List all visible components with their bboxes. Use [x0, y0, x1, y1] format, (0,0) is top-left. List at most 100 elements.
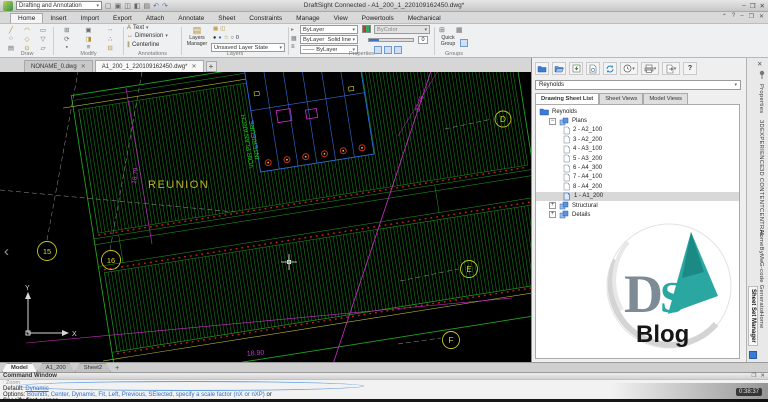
tab-drawing-sheet-list[interactable]: Drawing Sheet List: [535, 93, 599, 104]
tree-item[interactable]: 3 - A2_200: [536, 135, 739, 144]
copy-tool-icon[interactable]: ▣: [80, 26, 98, 34]
tab-sheet[interactable]: Sheet: [211, 14, 242, 23]
rich-line-icon[interactable]: [362, 25, 371, 33]
triangle-tool-icon[interactable]: ▽: [37, 35, 49, 43]
side-tab-homebyme[interactable]: HomeByMe: [758, 230, 764, 263]
drawing-canvas[interactable]: VOIR PLAN ARCH INTERIEURE REUNION 18.90 …: [0, 72, 531, 362]
tab-model-views[interactable]: Model Views: [643, 93, 688, 104]
tab-powertools[interactable]: Powertools: [355, 14, 401, 23]
expand-icon[interactable]: +: [549, 202, 556, 209]
linestyle-icon[interactable]: ▦: [291, 35, 297, 42]
side-tab-home[interactable]: Home: [758, 312, 764, 329]
tab-attach[interactable]: Attach: [139, 14, 171, 23]
quick-group-button[interactable]: Quick Group: [437, 36, 459, 47]
layer-on-icon[interactable]: ●: [213, 35, 216, 41]
save-all-icon[interactable]: ◧: [134, 2, 141, 10]
side-tab-sheet-set-manager[interactable]: Sheet Set Manager: [748, 286, 758, 346]
new-sheet-button[interactable]: +: [111, 365, 123, 372]
close-panel-icon[interactable]: ✕: [760, 373, 765, 379]
collapse-ribbon-icon[interactable]: ⌃: [722, 13, 727, 20]
tab-manage[interactable]: Manage: [289, 14, 327, 23]
tab-insert[interactable]: Insert: [43, 14, 73, 23]
close-button[interactable]: ✕: [760, 2, 765, 10]
doc-minimize-icon[interactable]: –: [740, 13, 743, 20]
tab-constraints[interactable]: Constraints: [242, 14, 289, 23]
chevron-left-icon[interactable]: ‹: [4, 243, 9, 260]
tree-item[interactable]: 2 - A2_100: [536, 126, 739, 135]
pin-icon[interactable]: [758, 70, 766, 79]
float-panel-icon[interactable]: ❐: [751, 373, 756, 379]
open-file-icon[interactable]: ▣: [115, 2, 122, 10]
stretch-tool-icon[interactable]: ↔: [101, 26, 119, 34]
layers-manager-button[interactable]: ▤ Layers Manager: [185, 25, 209, 47]
collapse-icon[interactable]: −: [549, 118, 556, 125]
tab-import[interactable]: Import: [74, 14, 106, 23]
bycolor-combo[interactable]: ByColor ▾: [374, 25, 430, 34]
dimension-button[interactable]: ↔ Dimension ▾: [125, 32, 180, 40]
tree-item[interactable]: 8 - A4_200: [536, 182, 739, 191]
tree-group-structural[interactable]: + Structural: [536, 201, 739, 210]
redo-icon[interactable]: ↷: [162, 2, 168, 10]
arc-tool-icon[interactable]: ◠: [21, 26, 33, 34]
tree-item[interactable]: 4 - A3_100: [536, 145, 739, 154]
rectangle-tool-icon[interactable]: ▭: [37, 26, 49, 34]
panel-help-button[interactable]: ?: [683, 62, 697, 75]
centerline-button[interactable]: ∥ Centerline: [125, 40, 180, 49]
side-tab-3dexperience[interactable]: 3DEXPERIENCE: [758, 120, 764, 168]
tree-item-selected[interactable]: 1 - A1_200: [536, 192, 739, 201]
tab-sheet2[interactable]: Sheet2: [75, 363, 111, 372]
flashlight-icon[interactable]: ▸: [291, 26, 294, 33]
tab-mechanical[interactable]: Mechanical: [401, 14, 448, 23]
tree-item[interactable]: 6 - A4_300: [536, 163, 739, 172]
mirror-tool-icon[interactable]: ◨: [80, 35, 98, 43]
print-sheet-button[interactable]: ▾: [641, 62, 659, 75]
layer-lock-icon[interactable]: ☆: [224, 35, 229, 41]
tab-annotate[interactable]: Annotate: [171, 14, 211, 23]
pattern-tool-icon[interactable]: ∴: [101, 35, 119, 43]
tree-item[interactable]: 5 - A3_200: [536, 154, 739, 163]
side-tab-properties[interactable]: Properties: [758, 84, 764, 113]
layer-color-icon[interactable]: ○: [231, 35, 234, 41]
undo-icon[interactable]: ↶: [153, 2, 159, 10]
tab-export[interactable]: Export: [106, 14, 139, 23]
side-tab-3dcontentcentral[interactable]: 3D CONTENTCENTRAL: [758, 168, 764, 237]
new-document-tab-button[interactable]: +: [206, 61, 217, 72]
workspace-selector[interactable]: Drafting and Annotation ▾: [16, 1, 102, 10]
sheet-set-combo[interactable]: Reynolds ▾: [535, 80, 741, 90]
recent-button[interactable]: ▾: [620, 62, 638, 75]
import-button[interactable]: [569, 62, 583, 75]
rotate-tool-icon[interactable]: ⟳: [58, 35, 76, 43]
tab-a1-200[interactable]: A1_200: [37, 363, 75, 372]
document-tab-a1200[interactable]: A1_200_1_220109162450.dwg* ✕: [95, 60, 204, 72]
export-button[interactable]: ▾: [662, 62, 680, 75]
layer-icon[interactable]: ▦: [213, 26, 218, 32]
tab-sheet-views[interactable]: Sheet Views: [599, 93, 643, 104]
circle-tool-icon[interactable]: ○: [5, 35, 17, 43]
layer-freeze-icon[interactable]: ◫: [220, 26, 225, 32]
maximize-button[interactable]: ❐: [750, 2, 756, 10]
close-icon[interactable]: ✕: [81, 63, 86, 70]
doc-close-icon[interactable]: ✕: [759, 13, 764, 20]
print-icon[interactable]: ▤: [144, 2, 151, 10]
expand-icon[interactable]: +: [549, 211, 556, 218]
document-tab-noname[interactable]: NONAME_0.dwg ✕: [24, 60, 93, 72]
tree-item[interactable]: 7 - A4_100: [536, 173, 739, 182]
tree-group-plans[interactable]: − Plans: [536, 116, 739, 125]
new-file-icon[interactable]: ▢: [105, 2, 112, 10]
close-icon[interactable]: ✕: [191, 63, 196, 70]
layer-frozen-icon[interactable]: ●: [218, 35, 221, 41]
minimize-button[interactable]: –: [742, 2, 746, 10]
tab-home[interactable]: Home: [10, 13, 43, 23]
tree-root[interactable]: Reynolds: [536, 107, 739, 116]
open-sheet-set-button[interactable]: [552, 62, 566, 75]
save-icon[interactable]: ◫: [124, 2, 131, 10]
doc-restore-icon[interactable]: ❐: [749, 13, 754, 20]
linestyle-combo[interactable]: ByLayer Solid line ▾: [300, 35, 358, 44]
ungroup-icon[interactable]: ▦: [456, 26, 463, 34]
transparency-slider[interactable]: [368, 38, 414, 42]
side-tab-gcode-generator[interactable]: G-code Generator: [758, 262, 764, 314]
text-button[interactable]: A Text ▾: [125, 24, 180, 32]
help-icon[interactable]: ?: [732, 13, 735, 20]
preview-button[interactable]: [586, 62, 600, 75]
group-icon[interactable]: ⊞: [439, 26, 445, 34]
